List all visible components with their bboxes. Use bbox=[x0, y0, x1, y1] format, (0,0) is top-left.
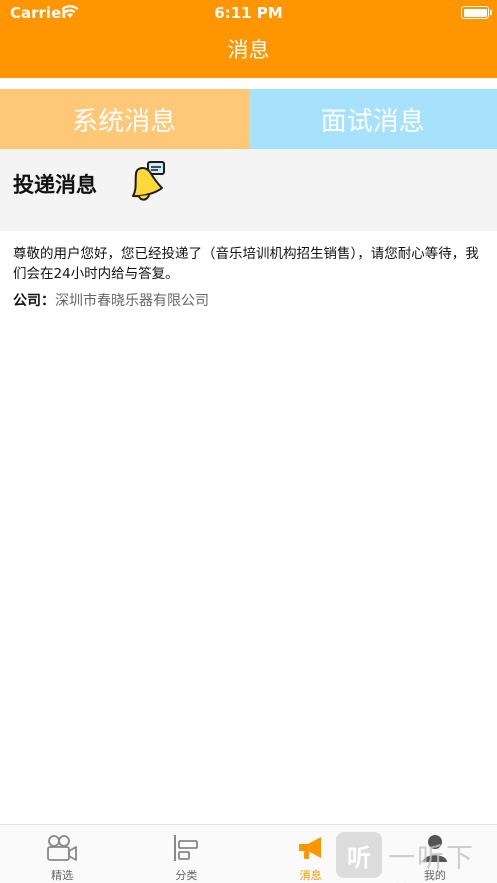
tab-interview-messages[interactable]: 面试消息 bbox=[248, 89, 497, 149]
company-label: 公司： bbox=[13, 293, 55, 309]
tab-system-messages[interactable]: 系统消息 bbox=[0, 89, 249, 149]
megaphone-icon bbox=[298, 837, 321, 859]
tabbar-item-category[interactable]: 分类 bbox=[124, 825, 248, 883]
company-name[interactable]: 深圳市春晓乐器有限公司 bbox=[55, 293, 209, 309]
status-time: 6:11 PM bbox=[214, 4, 283, 22]
delivery-title: 投递消息 bbox=[13, 173, 97, 197]
bottom-tab-bar: 精选 分类 消息 我的 bbox=[0, 824, 497, 883]
delivery-header: 投递消息 bbox=[0, 149, 497, 231]
tabbar-item-featured[interactable]: 精选 bbox=[0, 825, 124, 883]
tabbar-item-messages[interactable]: 消息 bbox=[249, 825, 373, 883]
bell-icon bbox=[132, 161, 165, 201]
delivery-message: 尊敬的用户您好，您已经投递了（音乐培训机构招生销售），请您耐心等待，我们会在24… bbox=[13, 246, 479, 282]
person-icon bbox=[422, 835, 447, 862]
video-camera-icon bbox=[47, 835, 78, 861]
status-bar: Carrier 6:11 PM bbox=[0, 0, 497, 26]
tabbar-label: 精选 bbox=[51, 869, 74, 882]
page-title: 消息 bbox=[227, 38, 270, 62]
category-bars-icon bbox=[174, 835, 199, 861]
message-tabs: 系统消息 面试消息 bbox=[0, 89, 497, 149]
tabbar-item-profile[interactable]: 我的 bbox=[373, 825, 497, 883]
tabbar-label: 分类 bbox=[175, 869, 198, 882]
tabbar-label: 消息 bbox=[299, 869, 322, 882]
company-info: 公司：深圳市春晓乐器有限公司 bbox=[13, 291, 209, 311]
battery-icon bbox=[461, 6, 492, 19]
tabbar-label: 我的 bbox=[423, 869, 446, 882]
navigation-bar: Carrier 6:11 PM 消息 bbox=[0, 0, 497, 78]
